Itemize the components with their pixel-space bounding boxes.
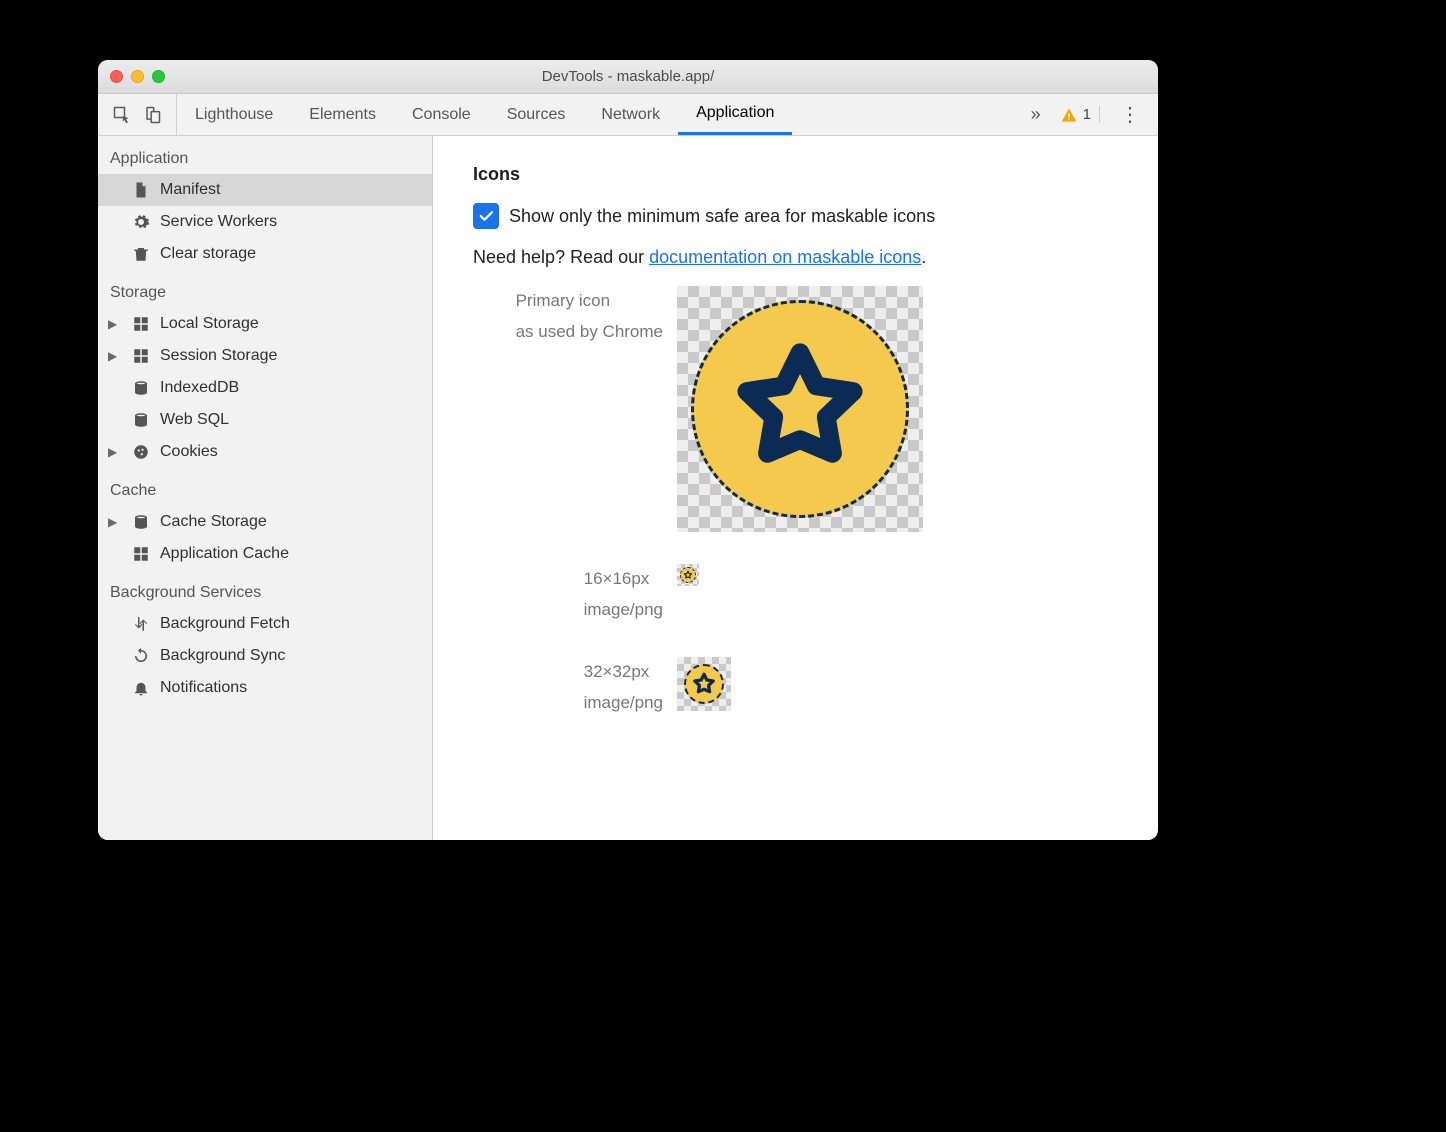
star-icon [691,671,717,697]
db-icon [132,379,150,397]
icon-16-label: 16×16px image/png [584,564,663,625]
window-close-button[interactable] [110,70,123,83]
expand-arrow-icon: ▶ [108,445,118,459]
sidebar-item-label: Application Cache [160,545,289,563]
settings-menu-button[interactable]: ⋮ [1116,102,1146,127]
tab-console[interactable]: Console [394,94,489,135]
tab-elements[interactable]: Elements [291,94,394,135]
expand-arrow-icon: ▶ [108,317,118,331]
help-text: Need help? Read our documentation on mas… [473,247,1158,268]
window: DevTools - maskable.app/ LighthouseEleme… [98,60,1158,840]
sidebar-item-clear-storage[interactable]: ▶Clear storage [98,238,432,270]
gear-icon [132,213,150,231]
trash-icon [132,245,150,263]
inspect-element-icon[interactable] [112,105,132,125]
safe-area-checkbox-label: Show only the minimum safe area for mask… [509,206,935,227]
application-sidebar: Application▶Manifest▶Service Workers▶Cle… [98,136,433,840]
sidebar-item-label: Cache Storage [160,513,267,531]
sidebar-item-label: Background Fetch [160,615,290,633]
sidebar-item-service-workers[interactable]: ▶Service Workers [98,206,432,238]
arrows-icon [132,615,150,633]
sidebar-item-label: IndexedDB [160,379,239,397]
db-icon [132,411,150,429]
sidebar-item-cache-storage[interactable]: ▶ Cache Storage [98,506,432,538]
sidebar-item-label: Session Storage [160,347,277,365]
primary-icon-label: Primary icon as used by Chrome [516,286,663,347]
titlebar: DevTools - maskable.app/ [98,60,1158,94]
sidebar-section-storage: Storage [98,270,432,308]
tab-network[interactable]: Network [583,94,678,135]
warnings-badge[interactable]: 1 [1057,106,1100,123]
cookie-icon [132,443,150,461]
window-minimize-button[interactable] [131,70,144,83]
sidebar-item-session-storage[interactable]: ▶ Session Storage [98,340,432,372]
tab-application[interactable]: Application [678,94,792,135]
tabs-overflow-button[interactable]: » [1031,104,1041,125]
sidebar-item-local-storage[interactable]: ▶ Local Storage [98,308,432,340]
maskable-safe-area-circle [691,300,909,518]
device-toolbar-icon[interactable] [142,105,162,125]
sidebar-item-background-sync[interactable]: ▶Background Sync [98,640,432,672]
sidebar-item-label: Web SQL [160,411,229,429]
expand-arrow-icon: ▶ [108,515,118,529]
bell-icon [132,679,150,697]
sidebar-section-cache: Cache [98,468,432,506]
sidebar-item-cookies[interactable]: ▶ Cookies [98,436,432,468]
check-icon [477,207,495,225]
expand-arrow-icon: ▶ [108,349,118,363]
sidebar-item-label: Clear storage [160,245,256,263]
tab-lighthouse[interactable]: Lighthouse [177,94,291,135]
icon-16-preview [677,564,699,586]
warning-icon [1061,107,1077,123]
manifest-icons-panel: Icons Show only the minimum safe area fo… [433,136,1158,840]
grid-icon [132,315,150,333]
grid-icon [132,545,150,563]
sidebar-item-notifications[interactable]: ▶Notifications [98,672,432,704]
star-icon [725,334,875,484]
db-icon [132,513,150,531]
sidebar-item-application-cache[interactable]: ▶Application Cache [98,538,432,570]
sidebar-item-label: Background Sync [160,647,285,665]
sidebar-item-indexeddb[interactable]: ▶IndexedDB [98,372,432,404]
sidebar-item-label: Manifest [160,181,220,199]
sync-icon [132,647,150,665]
warnings-count: 1 [1083,106,1091,123]
section-heading: Icons [473,164,1158,185]
icon-32-label: 32×32px image/png [584,657,663,718]
star-icon [683,570,693,580]
sidebar-item-web-sql[interactable]: ▶Web SQL [98,404,432,436]
icon-32-preview [677,657,731,711]
sidebar-item-manifest[interactable]: ▶Manifest [98,174,432,206]
primary-icon-preview [677,286,923,532]
sidebar-item-background-fetch[interactable]: ▶Background Fetch [98,608,432,640]
sidebar-item-label: Notifications [160,679,247,697]
sidebar-item-label: Local Storage [160,315,259,333]
tab-sources[interactable]: Sources [489,94,584,135]
devtools-tabstrip: LighthouseElementsConsoleSourcesNetworkA… [98,94,1158,136]
sidebar-section-background-services: Background Services [98,570,432,608]
file-icon [132,181,150,199]
window-title: DevTools - maskable.app/ [98,68,1158,85]
sidebar-section-application: Application [98,136,432,174]
grid-icon [132,347,150,365]
window-maximize-button[interactable] [152,70,165,83]
safe-area-checkbox[interactable] [473,203,499,229]
sidebar-item-label: Cookies [160,443,218,461]
sidebar-item-label: Service Workers [160,213,277,231]
documentation-link[interactable]: documentation on maskable icons [649,247,921,267]
